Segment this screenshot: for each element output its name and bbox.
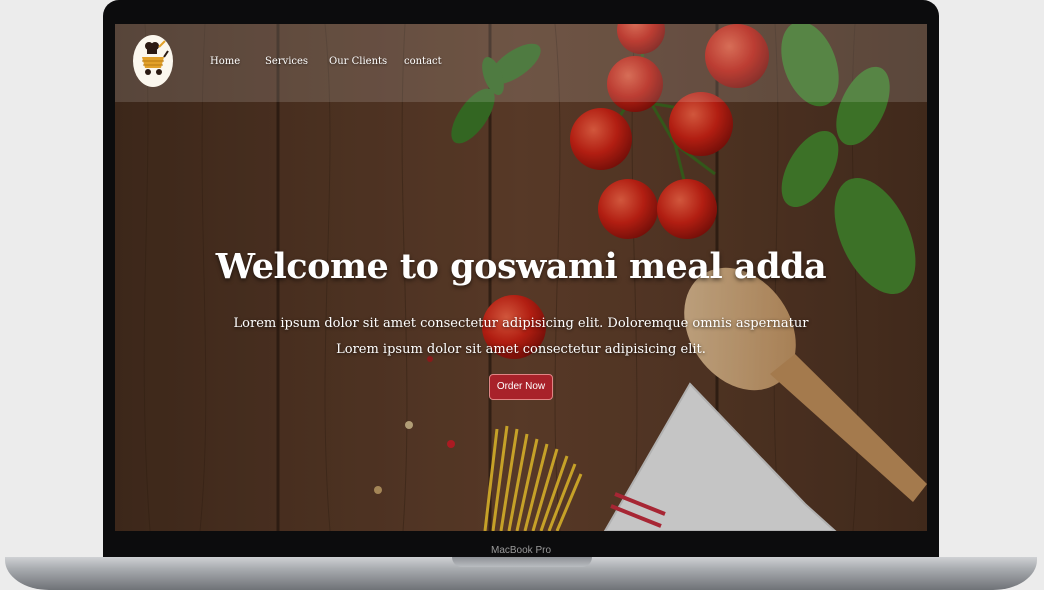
hero-title: Welcome to goswami meal adda [215,246,827,287]
nav-link-services[interactable]: Services [265,56,308,67]
hero-description-line-1: Lorem ipsum dolor sit amet consectetur a… [233,316,809,331]
laptop-screen: Home Services Our Clients contact Welcom… [115,24,927,531]
device-label: MacBook Pro [490,545,552,556]
nav-link-contact[interactable]: contact [404,56,442,67]
top-navbar: Home Services Our Clients contact [115,24,927,102]
order-now-button[interactable]: Order Now [489,374,553,400]
laptop-notch [452,557,592,567]
hero-description-line-2: Lorem ipsum dolor sit amet consectetur a… [336,342,706,357]
brand-logo[interactable] [133,35,173,87]
nav-link-our-clients[interactable]: Our Clients [329,56,387,67]
nav-link-home[interactable]: Home [210,56,240,67]
food-cart-chef-logo-icon [142,40,169,75]
